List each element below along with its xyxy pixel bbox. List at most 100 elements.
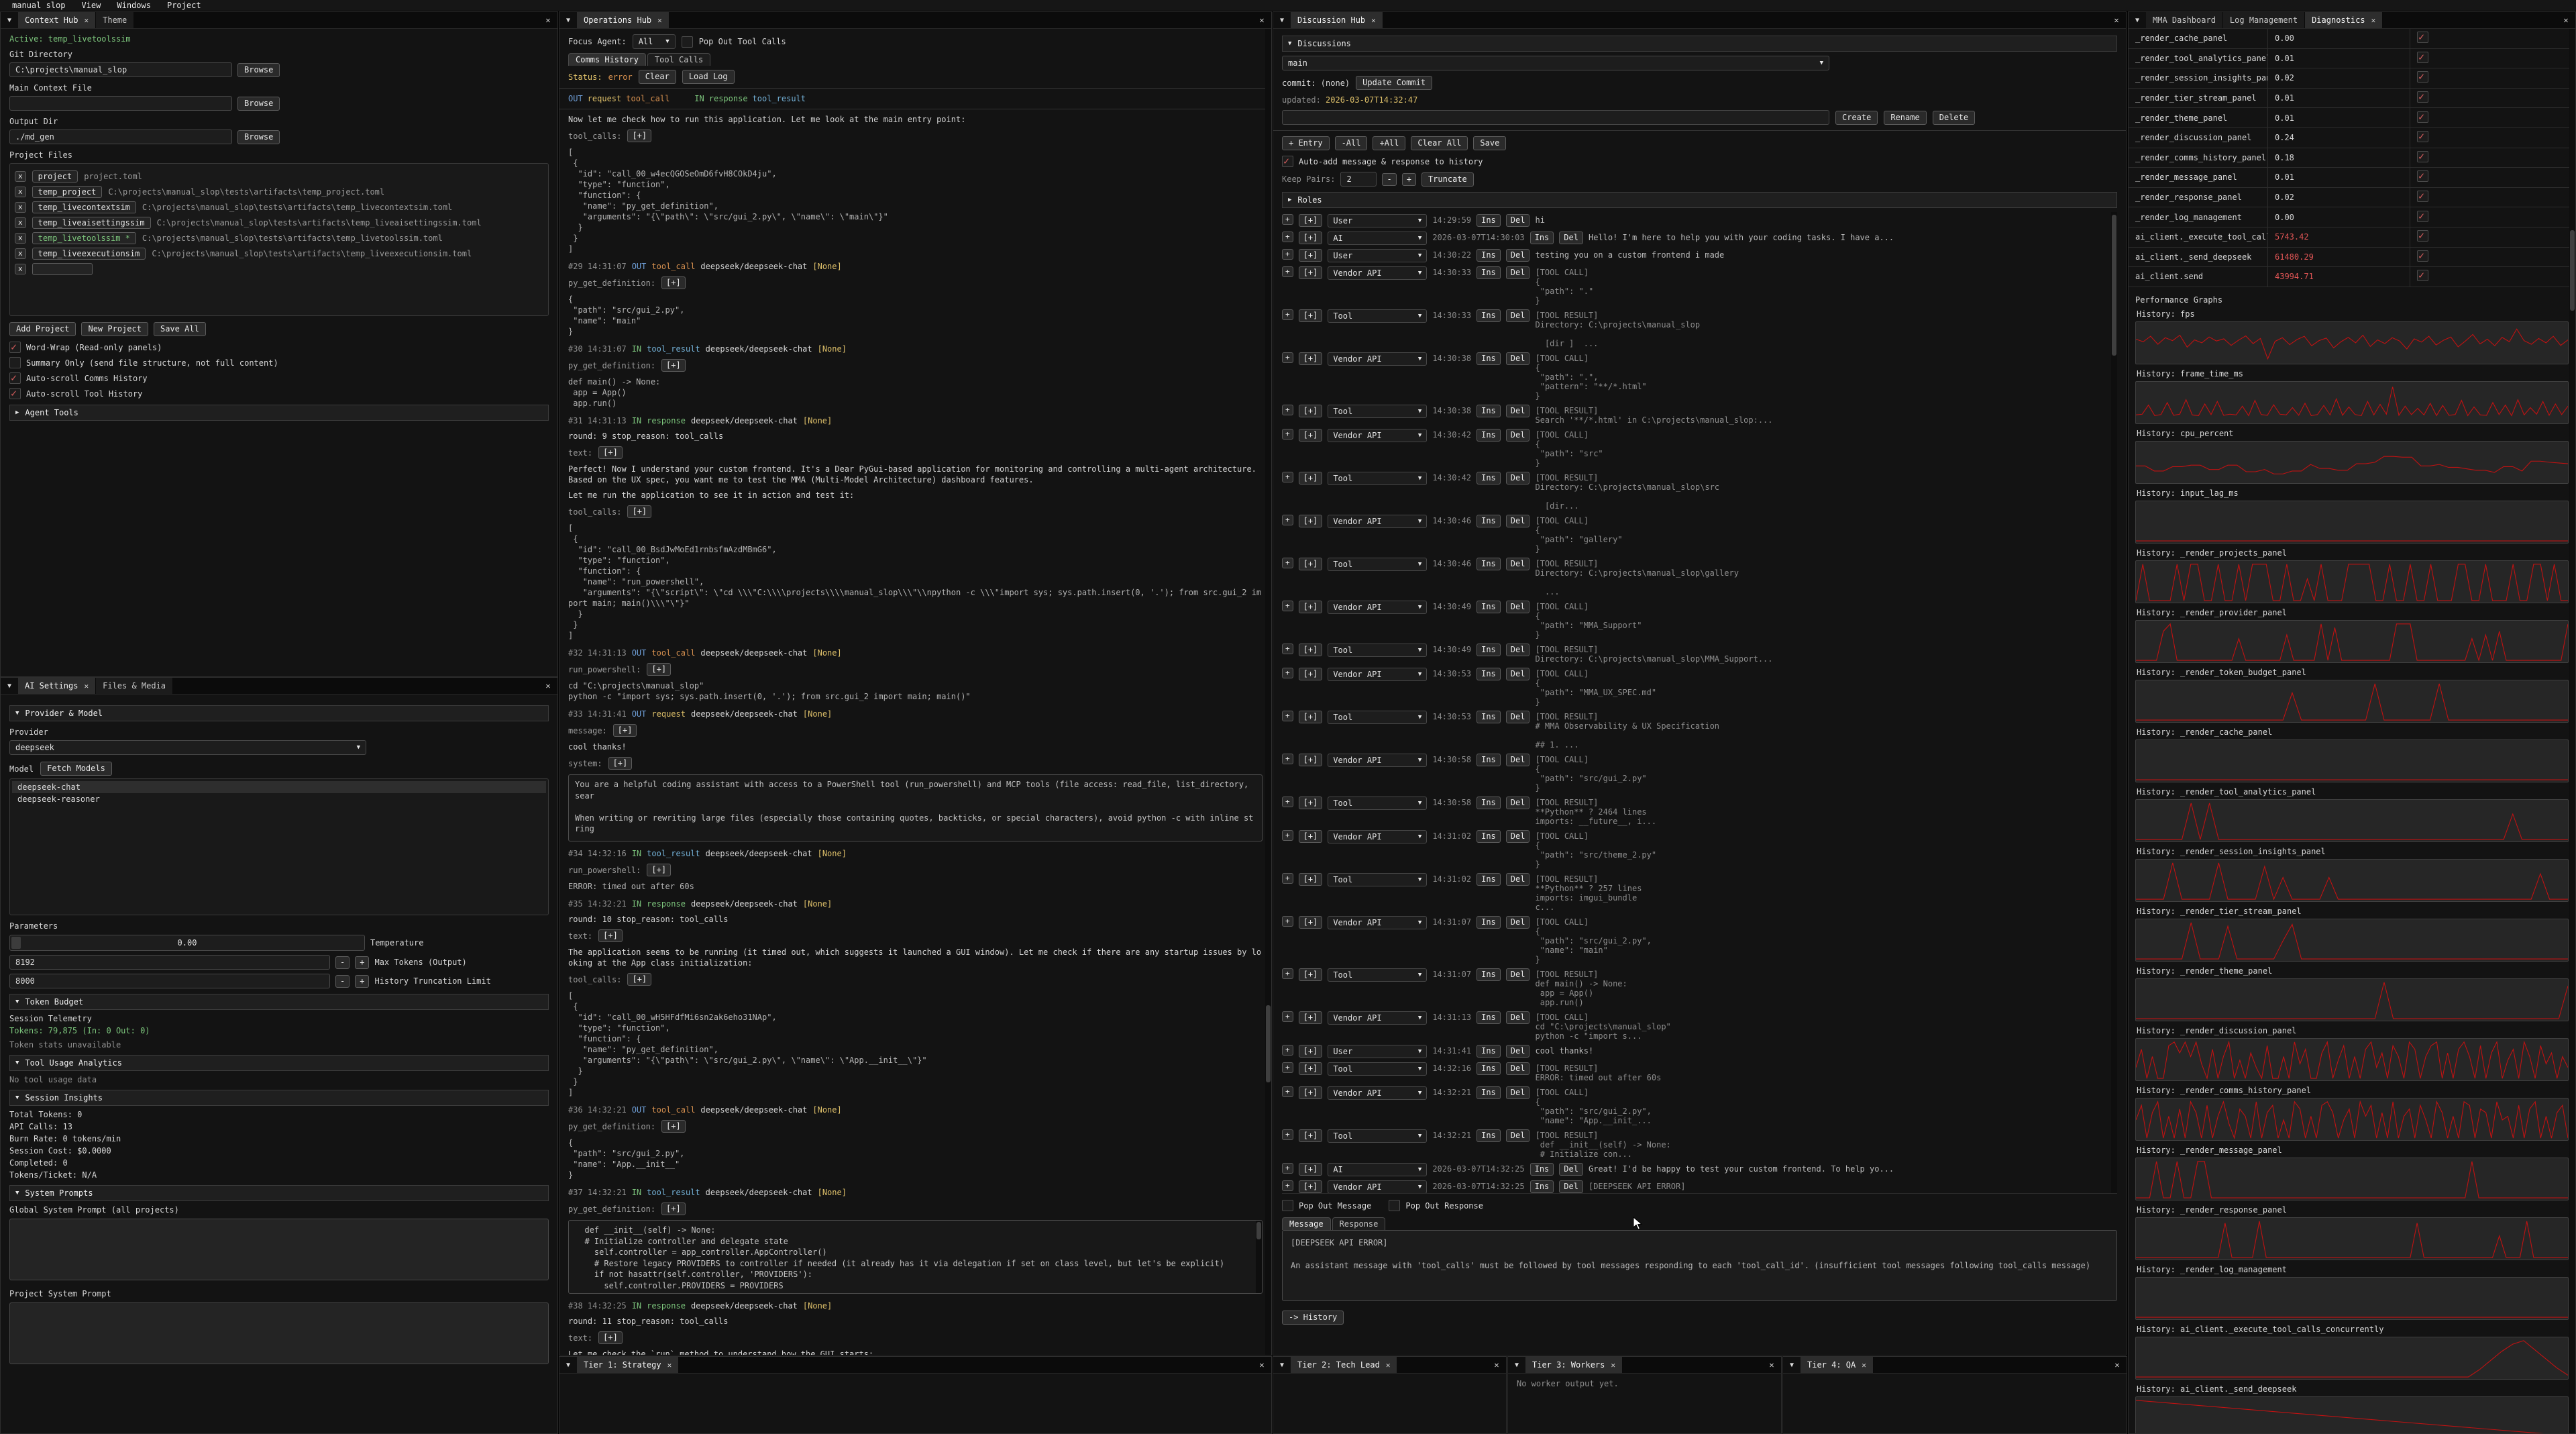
discussion-scrollbar[interactable] [2111,212,2117,1193]
insert-button[interactable]: Ins [1477,1045,1501,1058]
timing-checkbox[interactable] [2417,32,2428,43]
move-entry-button[interactable]: + [1282,873,1293,884]
delete-entry-button[interactable]: Del [1506,1129,1530,1142]
delete-entry-button[interactable]: Del [1506,1045,1530,1058]
tab-files-media[interactable]: Files & Media [96,678,173,694]
role-dropdown[interactable]: Vendor API▼ [1328,1086,1427,1100]
to-history-button[interactable]: -> History [1282,1311,1344,1325]
role-dropdown[interactable]: Vendor API▼ [1328,352,1427,366]
popout-response-checkbox[interactable] [1389,1200,1400,1211]
max-tokens-minus-button[interactable]: - [335,956,350,969]
insert-button[interactable]: Ins [1477,249,1501,262]
delete-entry-button[interactable]: Del [1506,1062,1530,1075]
role-dropdown[interactable]: Vendor API▼ [1328,1011,1427,1025]
tab-tier3-workers[interactable]: Tier 3: Workers ✕ [1525,1357,1623,1373]
expand-entry-button[interactable]: [+] [1299,797,1323,809]
save-button[interactable]: Save [1473,136,1506,150]
expand-entry-button[interactable]: [+] [1299,429,1323,442]
insert-button[interactable]: Ins [1477,266,1501,279]
create-button[interactable]: Create [1835,111,1878,125]
delete-entry-button[interactable]: Del [1506,472,1530,484]
checkbox[interactable] [9,388,21,399]
close-icon[interactable]: ✕ [84,16,89,25]
expand-entry-button[interactable]: [+] [1299,472,1323,484]
scrollbar-thumb[interactable] [2112,215,2116,356]
delete-entry-button[interactable]: Del [1506,754,1530,766]
file-badge[interactable]: temp_liveexecutionsim [32,248,146,260]
expand-button[interactable]: [+] [647,663,671,676]
role-dropdown[interactable]: Tool▼ [1328,797,1427,810]
system-prompts-header[interactable]: ▼System Prompts [9,1185,549,1201]
role-dropdown[interactable]: User▼ [1328,1045,1427,1058]
insert-button[interactable]: Ins [1477,968,1501,981]
delete-entry-button[interactable]: Del [1506,797,1530,809]
timing-checkbox[interactable] [2417,170,2428,182]
delete-entry-button[interactable]: Del [1506,266,1530,279]
expand-entry-button[interactable]: [+] [1299,352,1323,365]
insert-button[interactable]: Ins [1477,668,1501,680]
timing-checkbox[interactable] [2417,52,2428,63]
role-dropdown[interactable]: Vendor API▼ [1328,266,1427,280]
role-dropdown[interactable]: Tool▼ [1328,309,1427,323]
expand-button[interactable]: [+] [661,359,686,372]
delete-entry-button[interactable]: Del [1506,873,1530,886]
max-tokens-plus-button[interactable]: + [355,956,369,969]
insert-button[interactable]: Ins [1477,873,1501,886]
expand-entry-button[interactable]: [+] [1299,644,1323,656]
move-entry-button[interactable]: + [1282,429,1293,440]
expand-button[interactable]: [+] [627,130,651,142]
expand-entry-button[interactable]: [+] [1299,1129,1323,1142]
tab-tier4-qa[interactable]: Tier 4: QA ✕ [1801,1357,1874,1373]
tab-operations-hub[interactable]: Operations Hub ✕ [577,12,669,28]
move-entry-button[interactable]: + [1282,1062,1293,1073]
main-context-file-input[interactable] [9,96,232,111]
expand-entry-button[interactable]: [+] [1299,968,1323,981]
move-entry-button[interactable]: + [1282,1180,1293,1191]
expand-entry-button[interactable]: [+] [1299,873,1323,886]
expand-button[interactable]: [+] [661,1120,686,1133]
move-entry-button[interactable]: + [1282,309,1293,320]
keep-pairs-minus-button[interactable]: - [1382,173,1396,186]
insert-button[interactable]: Ins [1477,472,1501,484]
timing-checkbox[interactable] [2417,111,2428,123]
insert-button[interactable]: Ins [1477,797,1501,809]
insert-button[interactable]: Ins [1530,1180,1554,1193]
close-icon[interactable]: ✕ [1252,1357,1271,1373]
token-budget-header[interactable]: ▼Token Budget [9,994,549,1010]
role-dropdown[interactable]: Vendor API▼ [1328,601,1427,614]
insert-button[interactable]: Ins [1477,1086,1501,1099]
tab-tool-calls[interactable]: Tool Calls [647,53,710,66]
tab-ai-settings[interactable]: AI Settings ✕ [18,678,96,694]
expand-entry-button[interactable]: [+] [1299,916,1323,929]
insert-button[interactable]: Ins [1477,1062,1501,1075]
scrollbar-thumb[interactable] [1256,1222,1261,1239]
expand-entry-button[interactable]: [+] [1299,249,1323,262]
diagnostics-scrollbar[interactable] [2569,29,2575,1434]
collapse-icon[interactable]: ▼ [1273,1357,1291,1373]
move-entry-button[interactable]: + [1282,472,1293,482]
output-dir-input[interactable]: ./md_gen [9,130,232,144]
focus-agent-dropdown[interactable]: All ▼ [633,34,676,49]
remove-file-button[interactable]: x [15,202,26,213]
provider-model-header[interactable]: ▼Provider & Model [9,705,549,721]
delete-entry-button[interactable]: Del [1506,352,1530,365]
role-dropdown[interactable]: Tool▼ [1328,472,1427,485]
timing-checkbox[interactable] [2417,270,2428,281]
close-icon[interactable]: ✕ [1762,1357,1781,1373]
move-entry-button[interactable]: + [1282,1045,1293,1056]
max-tokens-input[interactable]: 8192 [9,955,330,970]
timing-checkbox[interactable] [2417,91,2428,103]
delete-entry-button[interactable]: Del [1506,644,1530,656]
remove-file-button[interactable]: x [15,264,26,274]
provider-dropdown[interactable]: deepseek ▼ [9,740,366,755]
tab-tier1-strategy[interactable]: Tier 1: Strategy ✕ [577,1357,679,1373]
move-entry-button[interactable]: + [1282,711,1293,721]
collapse-icon[interactable]: ▼ [1508,1357,1525,1373]
collapse-all-button[interactable]: -All [1335,136,1368,150]
role-dropdown[interactable]: Tool▼ [1328,968,1427,982]
tab-theme[interactable]: Theme [96,12,134,28]
delete-entry-button[interactable]: Del [1559,232,1583,244]
close-icon[interactable]: ✕ [2108,1357,2127,1373]
move-entry-button[interactable]: + [1282,797,1293,807]
delete-entry-button[interactable]: Del [1506,405,1530,417]
